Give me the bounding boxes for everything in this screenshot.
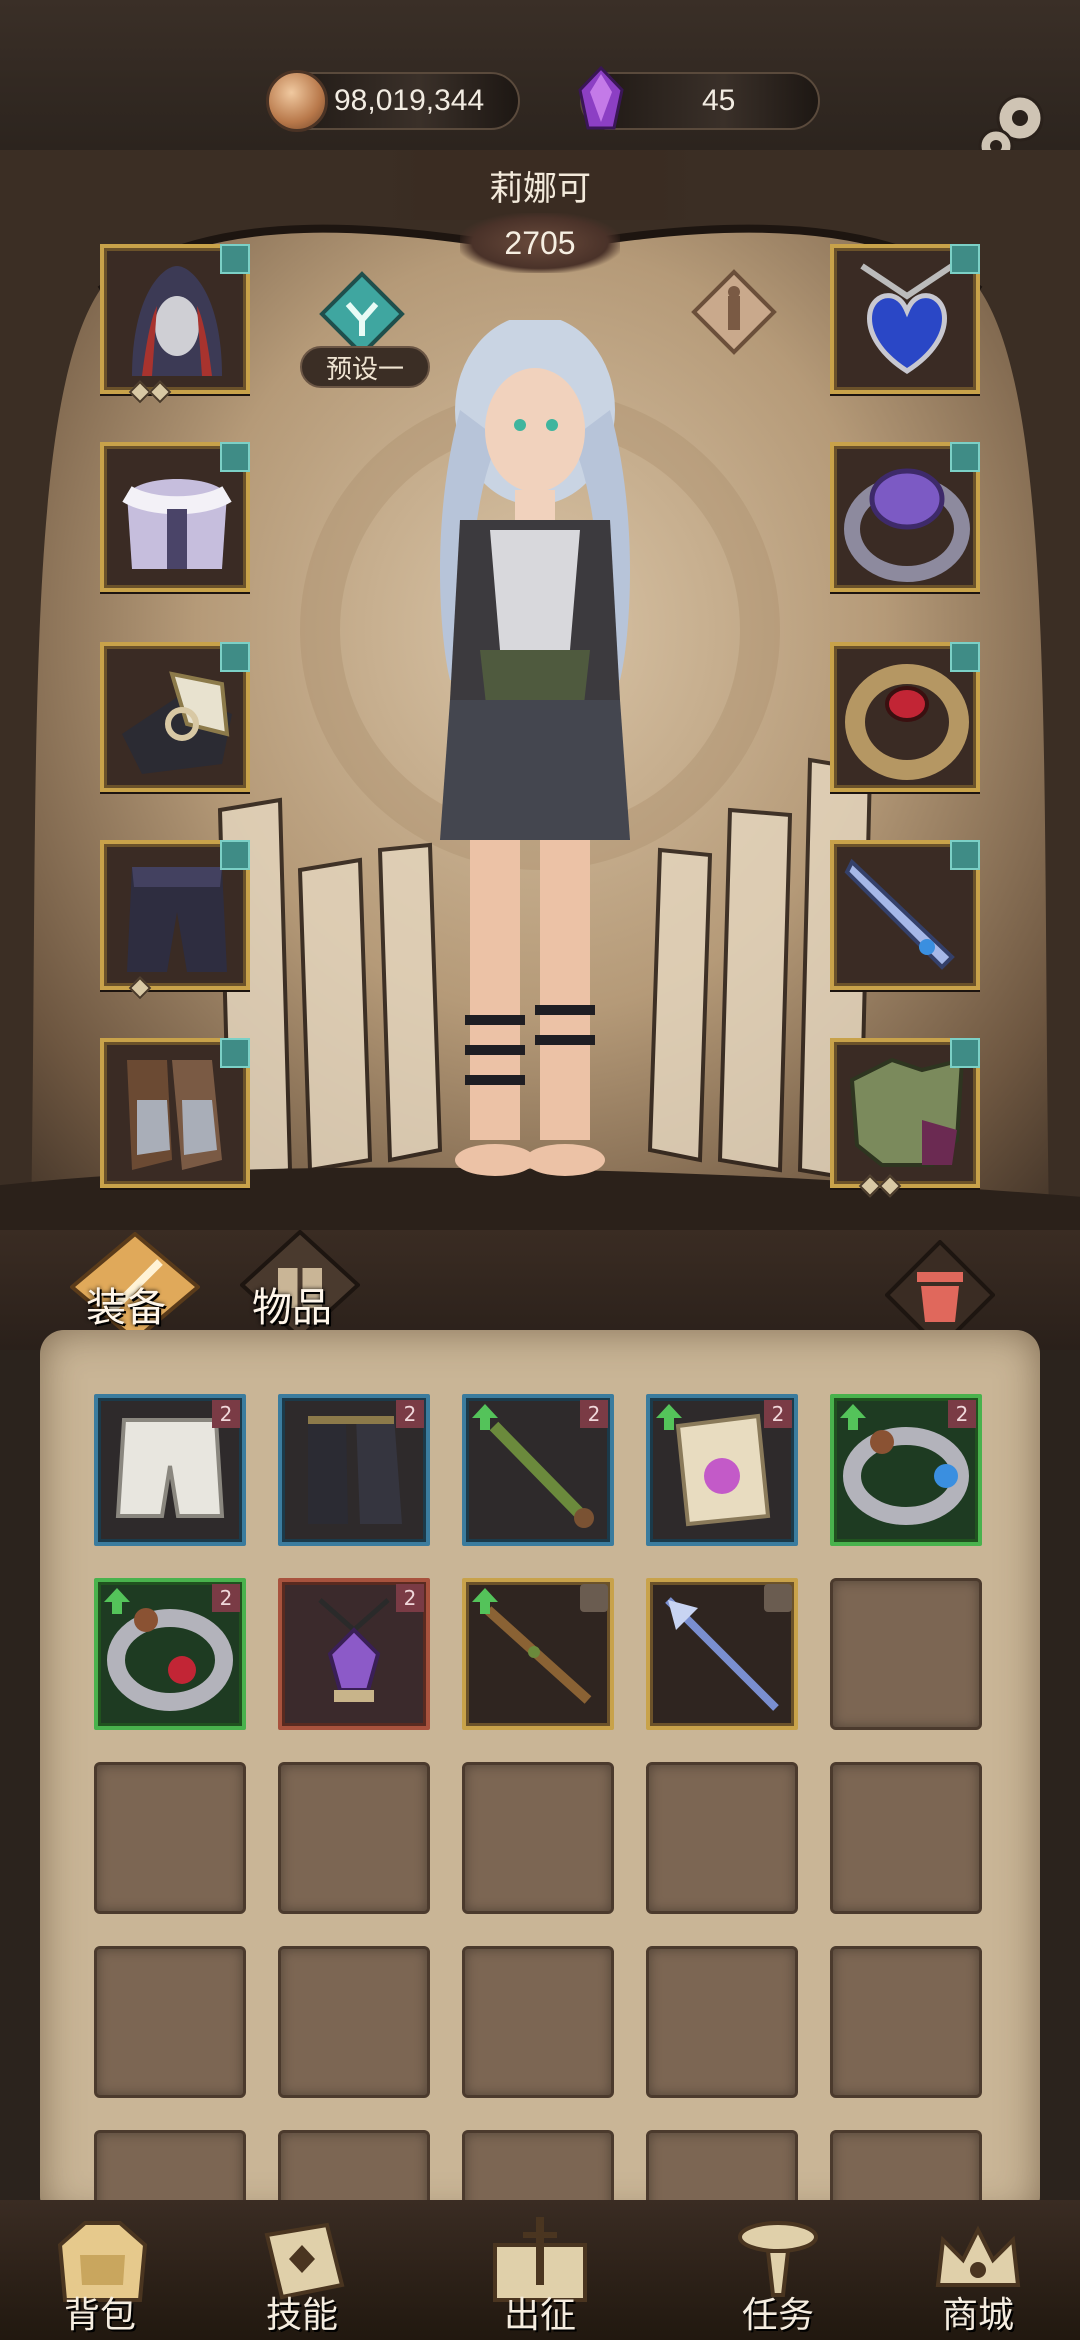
lock-icon [580,1584,608,1612]
green-beast-cloak-icon [849,1057,965,1167]
inventory-item-thorn-staff[interactable] [462,1578,614,1730]
tab-items[interactable]: 物品 [252,1275,332,1333]
slot-teal-badge [220,244,250,274]
equip-slot-legs[interactable] [100,840,250,1000]
armored-boots-icon [127,1060,222,1170]
inventory-item-wooden-staff[interactable]: 2 [462,1394,614,1546]
character-portrait [440,320,630,1176]
nav-shop[interactable]: 商城 [888,2215,1068,2340]
inventory-empty-slot[interactable] [278,1946,430,2098]
gem-counter: 45 [578,66,820,130]
inventory-item-red-eye-ring[interactable]: 2 [94,1578,246,1730]
gold-amount: 98,019,344 [334,84,485,117]
item-count-badge: 2 [212,1400,240,1428]
slot-rarity-pips [858,1174,902,1198]
inventory-item-ice-spear[interactable] [646,1578,798,1730]
item-count-badge: 2 [948,1400,976,1428]
nav-tasks[interactable]: 任务 [688,2215,868,2340]
equip-slot-gloves[interactable] [100,642,250,792]
equip-slot-ring-1[interactable] [830,442,980,592]
equip-slot-weapon[interactable] [830,840,980,990]
inventory-empty-slot[interactable] [646,1946,798,2098]
nav-skills[interactable]: 技能 [212,2215,392,2340]
equip-slot-boots[interactable] [100,1038,250,1188]
red-gem-ring-icon [845,664,969,780]
upgrade-arrow-icon [840,1404,866,1430]
gem-amount: 45 [702,84,736,117]
rank-ladder-icon[interactable] [690,268,778,356]
upgrade-arrow-icon [104,1588,130,1614]
slot-teal-badge [950,244,980,274]
ice-sword-icon [844,858,955,970]
inventory-item-black-boots[interactable]: 2 [278,1394,430,1546]
character-name: 莉娜可 [380,150,700,220]
purple-gem-ring-icon [844,468,970,582]
nav-bag-label: 背包 [63,2295,136,2336]
upgrade-arrow-icon [656,1404,682,1430]
inventory-item-scroll-potion[interactable]: 2 [646,1394,798,1546]
nav-skills-label: 技能 [265,2295,338,2336]
upgrade-arrow-icon [472,1588,498,1614]
slot-teal-badge [220,840,250,870]
inventory-item-twin-gem-ring[interactable]: 2 [830,1394,982,1546]
inventory-empty-slot[interactable] [462,1946,614,2098]
nav-expedition-label: 出征 [503,2295,576,2336]
gold-coin-icon [266,70,328,132]
nav-tasks-label: 任务 [741,2295,814,2336]
item-count-badge: 2 [580,1400,608,1428]
slot-teal-badge [950,642,980,672]
item-count-badge: 2 [396,1584,424,1612]
nav-expedition[interactable]: 出征 [450,2215,630,2340]
equip-slot-ring-2[interactable] [830,642,980,792]
inventory-item-white-shorts[interactable]: 2 [94,1394,246,1546]
inventory-empty-slot[interactable] [462,1762,614,1914]
inventory-empty-slot[interactable] [94,1946,246,2098]
inventory-empty-slot[interactable] [830,1762,982,1914]
lock-icon [764,1584,792,1612]
slot-teal-badge [220,442,250,472]
combat-power: 2705 [460,213,620,273]
slot-teal-badge [950,840,980,870]
inventory-empty-slot[interactable] [830,1946,982,2098]
item-count-badge: 2 [396,1400,424,1428]
item-count-badge: 2 [212,1584,240,1612]
slot-teal-badge [220,1038,250,1068]
inventory-panel: 2 2 2 2 2 2 2 [40,1330,1040,2220]
hood-helmet-icon [132,266,222,376]
top-bar [0,0,1080,150]
equip-slot-amulet[interactable] [830,244,980,394]
slot-rarity-pips [128,976,152,1000]
armored-gloves-icon [122,671,232,774]
gold-counter: 98,019,344 [266,70,520,132]
nav-shop-label: 商城 [941,2295,1014,2336]
inventory-item-purple-gem-amulet[interactable]: 2 [278,1578,430,1730]
inventory-empty-slot[interactable] [830,1578,982,1730]
slot-rarity-pips [128,380,172,404]
slot-teal-badge [220,642,250,672]
slot-teal-badge [950,1038,980,1068]
item-count-badge: 2 [764,1400,792,1428]
fur-coat-icon [122,479,232,569]
inventory-empty-slot[interactable] [646,1762,798,1914]
slot-teal-badge [950,442,980,472]
tab-equipment[interactable]: 装备 [86,1275,166,1333]
inventory-empty-slot[interactable] [94,1762,246,1914]
equip-slot-cloak[interactable] [830,1038,980,1198]
equip-slot-armor[interactable] [100,442,250,592]
purple-crystal-icon [578,66,624,130]
upgrade-arrow-icon [472,1404,498,1430]
leather-pants-icon [127,867,227,972]
equip-slot-helmet[interactable] [100,244,250,404]
nav-bag[interactable]: 背包 [10,2215,190,2340]
blue-heart-amulet-icon [860,263,954,374]
inventory-empty-slot[interactable] [278,1762,430,1914]
